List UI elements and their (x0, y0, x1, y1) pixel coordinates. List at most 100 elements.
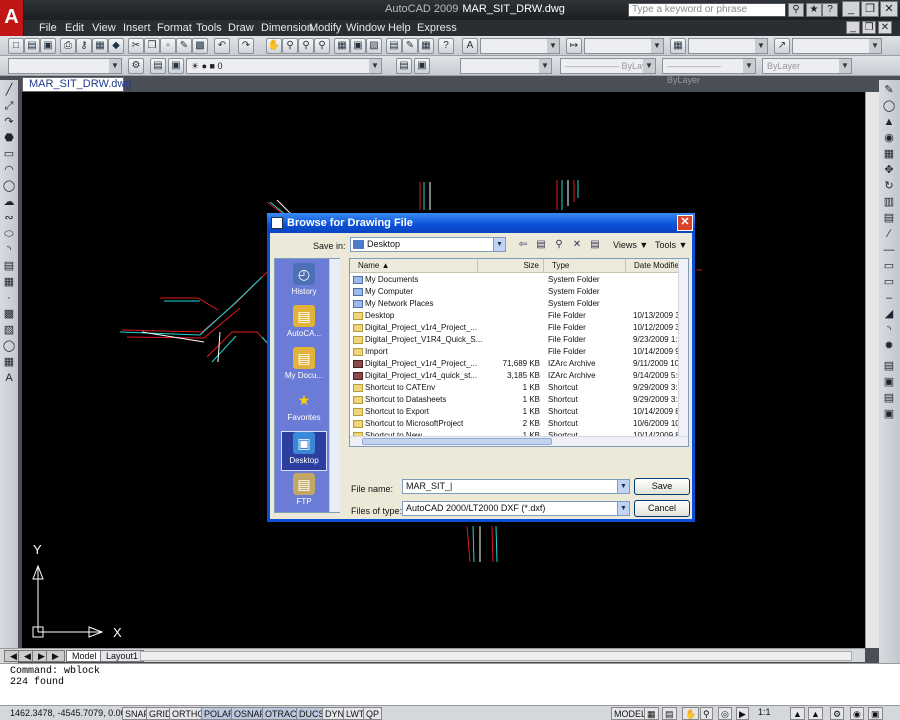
keyword-search-input[interactable]: Type a keyword or phrase (628, 3, 786, 17)
trim-icon[interactable]: ∕ (882, 227, 896, 241)
markup-icon[interactable]: ✎ (402, 38, 418, 54)
circle-icon[interactable]: ◯ (2, 179, 16, 193)
file-list-row[interactable]: My Documents System Folder (350, 274, 684, 286)
file-list[interactable]: Name ▲ Size Type Date Modified My Docume… (349, 258, 689, 447)
menu-view[interactable]: View (92, 22, 116, 34)
autocad-logo[interactable]: A (0, 0, 24, 36)
stretch-icon[interactable]: ▤ (882, 211, 896, 225)
zoom-previous-icon[interactable]: ⚲ (314, 38, 330, 54)
break-icon[interactable]: ▭ (882, 275, 896, 289)
bring-front-icon[interactable]: ▣ (882, 375, 896, 389)
places-scrollbar[interactable] (329, 259, 340, 512)
construction-line-icon[interactable]: ⤢ (2, 99, 16, 113)
hatch-icon[interactable]: ▩ (2, 307, 16, 321)
minimize-button[interactable]: _ (842, 1, 860, 17)
pan-icon[interactable]: ✋ (266, 38, 282, 54)
save-in-dropdown[interactable]: Desktop ▼ (350, 237, 506, 252)
chevron-down-icon[interactable]: ▼ (617, 502, 629, 515)
tools-menu[interactable]: Tools ▼ (655, 240, 687, 250)
column-name[interactable]: Name ▲ (350, 259, 478, 273)
arc-icon[interactable]: ◠ (2, 163, 16, 177)
menu-help[interactable]: Help (388, 22, 411, 34)
qp-toggle[interactable]: QP (363, 707, 383, 720)
coordinate-readout[interactable]: 1462.3478, -4545.7079, 0.0000 (10, 708, 136, 718)
column-date[interactable]: Date Modified (626, 259, 686, 273)
menu-draw[interactable]: Draw (228, 22, 254, 34)
up-folder-icon[interactable]: ▤ (534, 238, 548, 252)
mleader-style-combo[interactable]: ▼ (792, 38, 882, 54)
pan-status-icon[interactable]: ✋ (682, 707, 700, 720)
file-list-row[interactable]: Shortcut to Datasheets 1 KB Shortcut 9/29/2… (350, 394, 684, 406)
paste-icon[interactable]: ▫ (160, 38, 176, 54)
break-at-point-icon[interactable]: ▭ (882, 259, 896, 273)
tool-palettes-icon[interactable]: ▧ (366, 38, 382, 54)
menu-tools[interactable]: Tools (196, 22, 222, 34)
ellipse-icon[interactable]: ⬭ (2, 227, 16, 241)
properties-icon[interactable]: ▦ (334, 38, 350, 54)
annotation-visibility-icon[interactable]: ▲ (790, 707, 805, 720)
chevron-down-icon[interactable]: ▼ (617, 480, 629, 493)
mirror-icon[interactable]: ▲ (882, 115, 896, 129)
array-icon[interactable]: ▦ (882, 147, 896, 161)
back-icon[interactable]: ⇦ (516, 238, 530, 252)
save-button[interactable]: Save (634, 478, 690, 495)
polyline-icon[interactable]: ↷ (2, 115, 16, 129)
fillet-icon[interactable]: ◝ (882, 323, 896, 337)
file-list-row[interactable]: Digital_Project_V1R4_Quick_S... File Fold… (350, 334, 684, 346)
command-window[interactable]: Command: wblock 224 found (0, 663, 900, 705)
revision-cloud-icon[interactable]: ☁ (2, 195, 16, 209)
3d-dwf-icon[interactable]: ◆ (108, 38, 124, 54)
delete-icon[interactable]: ✕ (570, 238, 584, 252)
annotation-scale[interactable]: 1:1 (758, 707, 771, 717)
text-style-icon[interactable]: A (462, 38, 478, 54)
place-autocad[interactable]: ▤ AutoCA... (281, 305, 327, 345)
erase-icon[interactable]: ✎ (882, 83, 896, 97)
steering-wheel-icon[interactable]: ◎ (718, 707, 732, 720)
ellipse-arc-icon[interactable]: ◝ (2, 243, 16, 257)
undo-icon[interactable]: ↶ (214, 38, 230, 54)
file-list-vertical-scrollbar[interactable] (678, 259, 688, 446)
tab-layout1[interactable]: Layout1 (100, 650, 145, 662)
views-menu[interactable]: Views ▼ (613, 240, 648, 250)
dialog-title-bar[interactable]: Browse for Drawing File ✕ (267, 213, 695, 233)
spline-icon[interactable]: ∾ (2, 211, 16, 225)
menu-insert[interactable]: Insert (123, 22, 151, 34)
doc-restore-button[interactable]: ❐ (862, 21, 876, 34)
doc-minimize-button[interactable]: _ (846, 21, 860, 34)
block-editor-icon[interactable]: ▩ (192, 38, 208, 54)
lineweight-combo[interactable]: —————— ByLayer ▼ (662, 58, 756, 85)
match-properties-icon[interactable]: ✎ (176, 38, 192, 54)
rotate-icon[interactable]: ↻ (882, 179, 896, 193)
file-list-row[interactable]: Digital_Project_v1r4_Project_... 71,689 K… (350, 358, 684, 370)
menu-edit[interactable]: Edit (65, 22, 84, 34)
lock-icon[interactable]: ◉ (850, 707, 864, 720)
copy-icon[interactable]: ❐ (144, 38, 160, 54)
dim-style-icon[interactable]: ↦ (566, 38, 582, 54)
tab-nav-last[interactable]: ▶ (46, 650, 65, 662)
table-icon[interactable]: ▦ (2, 355, 16, 369)
region-icon[interactable]: ◯ (2, 339, 16, 353)
help-toolbar-icon[interactable]: ? (438, 38, 454, 54)
new-icon[interactable]: □ (8, 38, 24, 54)
file-list-row[interactable]: Digital_Project_v1r4_Project_... File Fol… (350, 322, 684, 334)
file-list-row[interactable]: Import File Folder 10/14/2009 9 (350, 346, 684, 358)
dim-style-combo[interactable]: ▼ (584, 38, 664, 54)
publish-icon[interactable]: ▦ (92, 38, 108, 54)
plot-preview-icon[interactable]: ⚷ (76, 38, 92, 54)
chevron-down-icon[interactable]: ▼ (493, 238, 505, 251)
layer-combo[interactable]: ☀ ● ■ 0 ▼ (186, 58, 382, 74)
menu-express[interactable]: Express (417, 22, 457, 34)
file-list-row[interactable]: My Network Places System Folder (350, 298, 684, 310)
cancel-button[interactable]: Cancel (634, 500, 690, 517)
menu-modify[interactable]: Modify (309, 22, 341, 34)
file-type-select[interactable]: AutoCAD 2000/LT2000 DXF (*.dxf) ▼ (402, 501, 630, 516)
move-icon[interactable]: ✥ (882, 163, 896, 177)
drawing-tab[interactable]: MAR_SIT_DRW.dwg (22, 77, 132, 92)
file-list-row[interactable]: Shortcut to CATEnv 1 KB Shortcut 9/29/2009 … (350, 382, 684, 394)
place-ftp[interactable]: ▤ FTP (281, 473, 327, 513)
auto-scale-icon[interactable]: ▲ (808, 707, 823, 720)
menu-file[interactable]: File (39, 22, 57, 34)
gradient-icon[interactable]: ▧ (2, 323, 16, 337)
search-icon[interactable]: ⚲ (788, 3, 804, 17)
new-folder-icon[interactable]: ▤ (588, 238, 602, 252)
